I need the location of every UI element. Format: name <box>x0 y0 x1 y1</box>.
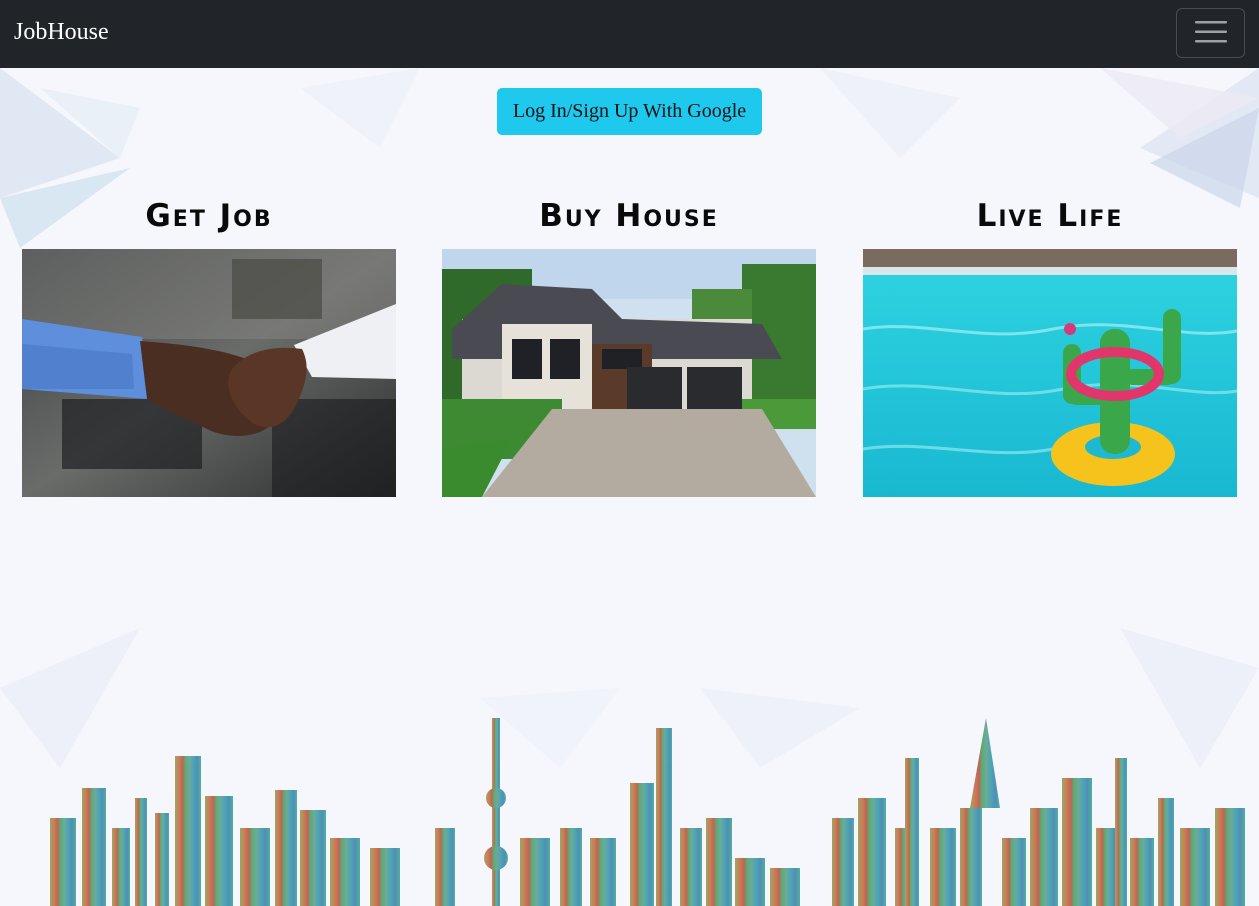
modern-house-image <box>442 249 816 497</box>
google-login-button[interactable]: Log In/Sign Up With Google <box>497 88 762 135</box>
card-title-live-life: Live Life <box>976 198 1124 234</box>
handshake-image <box>22 249 396 497</box>
card-title-get-job: Get Job <box>145 198 273 234</box>
hamburger-menu-icon <box>1194 20 1227 47</box>
brand-logo-link[interactable]: JobHouse <box>14 16 109 48</box>
card-title-buy-house: Buy House <box>539 198 719 234</box>
navbar-toggler-button[interactable] <box>1176 8 1245 58</box>
top-navbar: JobHouse <box>0 0 1259 68</box>
pool-cactus-float-image <box>863 249 1237 497</box>
